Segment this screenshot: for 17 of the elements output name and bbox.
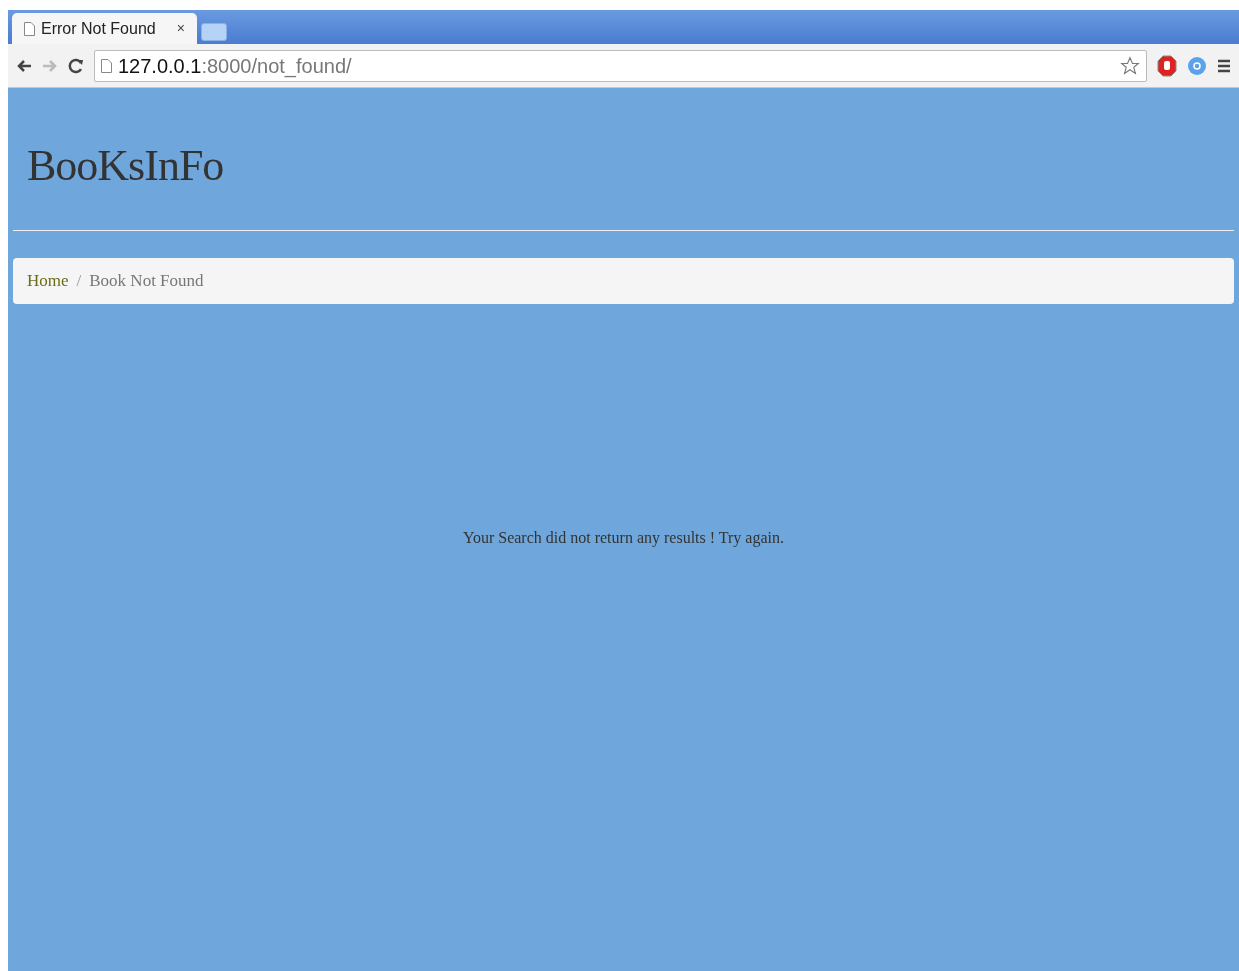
url-text: 127.0.0.1:8000/not_found/ — [118, 53, 352, 80]
page-icon — [101, 58, 112, 73]
tab-title: Error Not Found — [41, 18, 157, 39]
browser-tab[interactable]: Error Not Found × — [12, 13, 197, 44]
breadcrumb-current: Book Not Found — [89, 270, 204, 293]
star-icon[interactable] — [1120, 55, 1140, 76]
address-bar[interactable]: 127.0.0.1:8000/not_found/ — [94, 49, 1147, 82]
reload-icon[interactable] — [68, 57, 84, 74]
page-icon — [24, 21, 35, 36]
no-results-message: Your Search did not return any results ! Try again. — [463, 528, 784, 549]
extension-icon[interactable] — [1187, 55, 1207, 76]
breadcrumb-separator: / — [76, 270, 82, 293]
home-link[interactable]: Home — [27, 268, 69, 294]
site-title: BooKsInFo — [27, 140, 225, 192]
back-icon[interactable] — [16, 58, 32, 73]
menu-icon[interactable] — [1217, 57, 1231, 74]
close-button[interactable]: × — [176, 18, 185, 39]
